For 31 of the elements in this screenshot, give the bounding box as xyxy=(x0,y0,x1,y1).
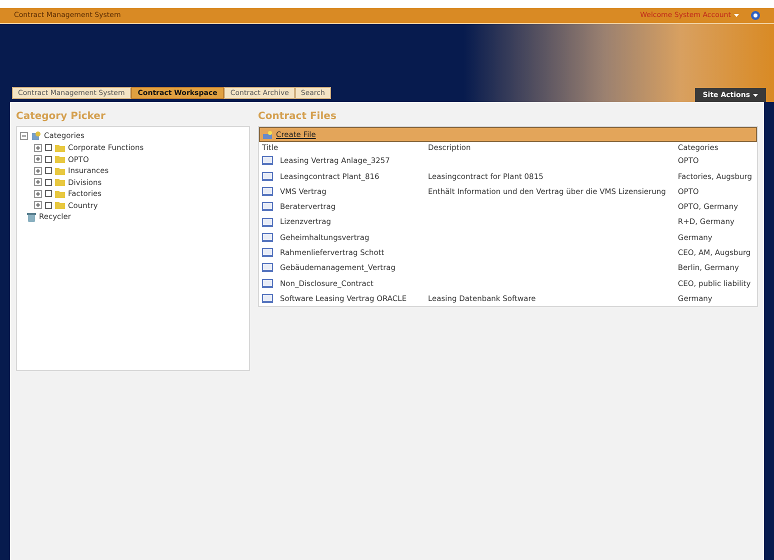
new-document-icon xyxy=(263,130,273,138)
categories-icon xyxy=(31,131,41,141)
document-icon xyxy=(262,156,273,166)
checkbox[interactable] xyxy=(45,202,52,209)
checkbox[interactable] xyxy=(45,190,52,198)
help-icon[interactable] xyxy=(751,11,760,20)
document-icon xyxy=(262,172,273,181)
expand-icon[interactable] xyxy=(34,178,42,186)
expand-icon[interactable] xyxy=(34,144,42,152)
document-icon xyxy=(262,202,273,212)
checkbox[interactable] xyxy=(45,144,52,152)
caret-icon xyxy=(734,14,739,17)
recycle-bin-icon xyxy=(26,212,36,222)
document-icon xyxy=(262,186,273,196)
checkbox[interactable] xyxy=(45,156,52,163)
document-icon xyxy=(262,294,273,304)
expand-icon[interactable] xyxy=(34,155,42,164)
checkbox[interactable] xyxy=(45,167,52,174)
document-icon xyxy=(262,278,273,288)
expand-icon[interactable] xyxy=(34,190,42,198)
document-icon xyxy=(262,232,273,242)
document-icon xyxy=(262,248,273,258)
caret-icon xyxy=(753,94,758,96)
expand-icon[interactable] xyxy=(34,201,42,210)
panel-title: Category Picker xyxy=(16,110,106,124)
expand-icon[interactable] xyxy=(34,166,42,175)
panel-title: Contract Files xyxy=(258,110,338,124)
document-icon xyxy=(262,218,273,227)
checkbox[interactable] xyxy=(45,178,52,186)
document-icon xyxy=(262,263,273,272)
collapse-icon[interactable] xyxy=(20,132,28,140)
